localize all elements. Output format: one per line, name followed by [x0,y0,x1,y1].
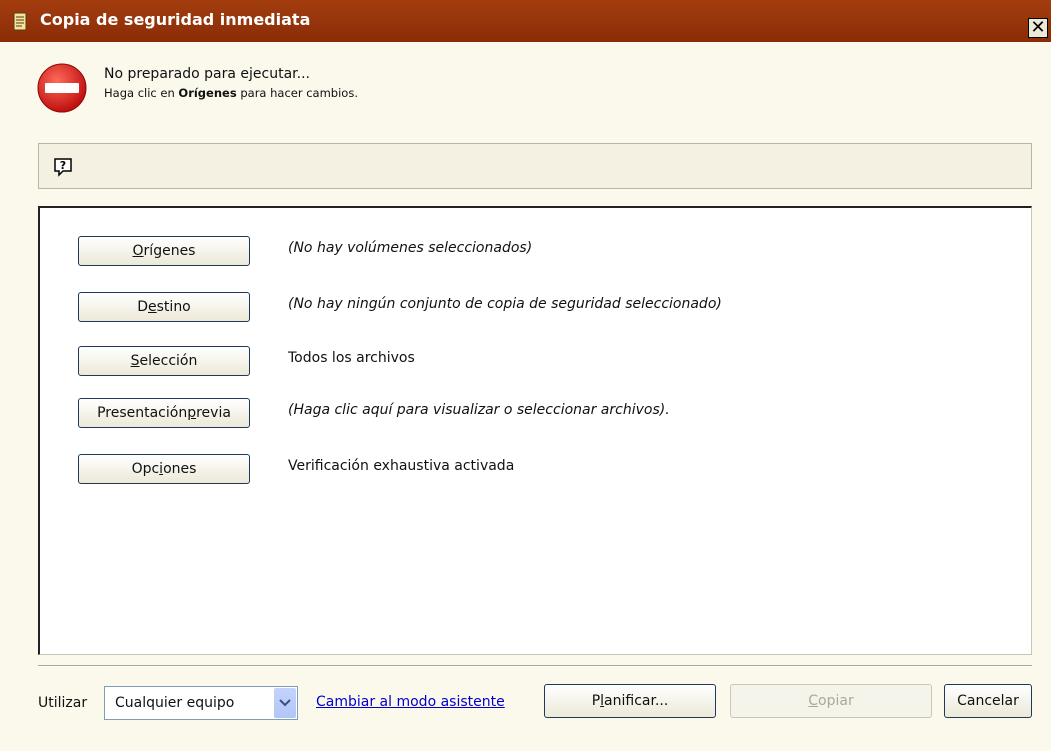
divider [38,665,1032,667]
job-settings-panel: Orígenes (No hay volúmenes seleccionados… [38,206,1032,655]
cancel-button[interactable]: Cancelar [944,684,1032,718]
preview-button[interactable]: Presentación p revia [78,398,250,428]
row-sources: Orígenes (No hay volúmenes seleccionados… [78,236,1008,268]
row-preview: Presentación p revia (Haga clic aquí para… [78,398,1008,430]
status-message: No preparado para ejecutar... [104,66,310,82]
preview-description: (Haga clic aquí para visualizar o selecc… [288,402,670,418]
chevron-down-icon [279,699,291,707]
svg-text:?: ? [60,159,66,172]
status-hint-suffix: para hacer cambios. [236,86,358,100]
destination-description: (No hay ningún conjunto de copia de segu… [288,296,722,312]
row-options: Opc i ones Verificación exhaustiva activad… [78,454,1008,486]
sources-description: (No hay volúmenes seleccionados) [288,240,533,256]
close-icon: ✕ [1030,17,1046,38]
options-button[interactable]: Opc i ones [78,454,250,484]
selection-description: Todos los archivos [288,350,415,366]
schedule-button[interactable]: Pl anificar... [544,684,716,718]
row-selection: Selección Todos los archivos [78,346,1008,378]
use-label: Utilizar [38,695,88,711]
computer-select-value: Cualquier equipo [115,695,235,711]
close-button[interactable]: ✕ [1028,18,1048,38]
switch-to-wizard-link[interactable]: Cambiar al modo asistente [316,694,505,710]
computer-select[interactable]: Cualquier equipo [104,686,298,720]
stop-icon [37,63,87,113]
row-destination: De stino (No hay ningún conjunto de copia… [78,292,1008,324]
bottom-bar: Utilizar Cualquier equipo Cambiar al mod… [0,680,1051,730]
selection-button[interactable]: Selección [78,346,250,376]
help-bar: ? [38,143,1032,189]
destination-button[interactable]: De stino [78,292,250,322]
window-title: Copia de seguridad inmediata [40,10,311,29]
status-hint: Haga clic en Orígenes para hacer cambios… [104,86,358,100]
status-hint-prefix: Haga clic en [104,86,179,100]
help-icon[interactable]: ? [53,157,73,177]
backup-job-icon [13,12,27,31]
copy-button[interactable]: Copiar [730,684,932,718]
dropdown-arrow-button[interactable] [274,688,296,718]
status-hint-bold: Orígenes [178,86,237,100]
title-bar[interactable]: Copia de seguridad inmediata ✕ [0,0,1051,42]
sources-button[interactable]: Orígenes [78,236,250,266]
options-description: Verificación exhaustiva activada [288,458,515,474]
